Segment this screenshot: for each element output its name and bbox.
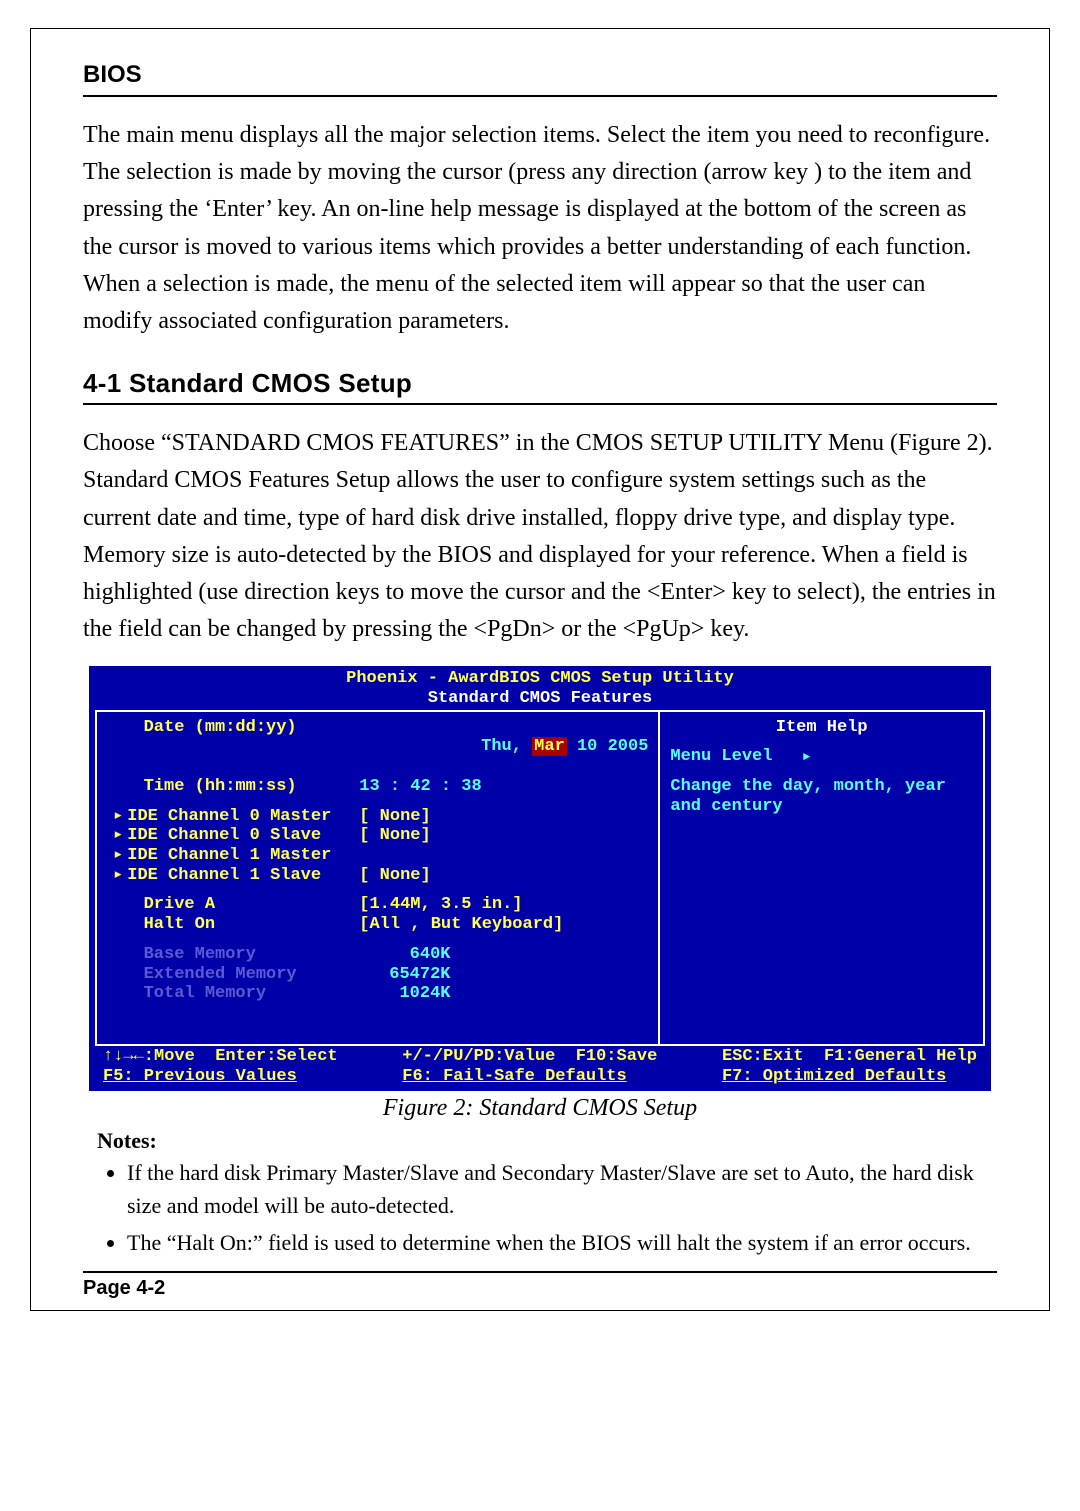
item-help-text: Change the day, month, year and century <box>670 777 973 816</box>
extended-memory-label: Extended Memory <box>113 965 359 985</box>
notes-heading: Notes: <box>97 1128 997 1154</box>
date-month-selected[interactable]: Mar <box>532 737 567 756</box>
ide-ch1-slave-value: [ None] <box>359 866 648 886</box>
base-memory-value: 640K <box>359 945 648 965</box>
ide-ch1-slave-label[interactable]: IDE Channel 1 Slave <box>113 866 359 886</box>
time-value[interactable]: 13 : 42 : 38 <box>359 777 648 797</box>
nav-col3: ESC:Exit F1:General HelpF7: Optimized De… <box>722 1047 977 1086</box>
date-value-day: Thu, <box>481 737 532 756</box>
intro-paragraph: The main menu displays all the major sel… <box>83 117 997 340</box>
nav-col1: ↑↓→←:Move Enter:SelectF5: Previous Value… <box>103 1047 338 1086</box>
bios-help-panel: Item Help Menu Level ► Change the day, m… <box>658 712 985 1046</box>
notes-list: If the hard disk Primary Master/Slave an… <box>107 1156 997 1259</box>
time-label: Time (hh:mm:ss) <box>113 777 359 797</box>
bios-nav-bar: ↑↓→←:Move Enter:SelectF5: Previous Value… <box>89 1046 991 1091</box>
ide-ch1-master-label[interactable]: IDE Channel 1 Master <box>113 846 359 866</box>
drive-a-label: Drive A <box>113 895 359 915</box>
ide-ch0-master-value: [ None] <box>359 807 648 827</box>
figure-caption: Figure 2: Standard CMOS Setup <box>83 1095 997 1122</box>
total-memory-value: 1024K <box>359 984 648 1004</box>
bios-title-line2: Standard CMOS Features <box>89 689 991 709</box>
drive-a-value[interactable]: [1.44M, 3.5 in.] <box>359 895 648 915</box>
bios-screenshot: Phoenix - AwardBIOS CMOS Setup Utility S… <box>89 666 991 1091</box>
notes-item: If the hard disk Primary Master/Slave an… <box>127 1156 997 1222</box>
bios-left-panel: Date (mm:dd:yy) Thu, Mar 10 2005 Time (h… <box>95 712 658 1046</box>
total-memory-label: Total Memory <box>113 984 359 1004</box>
date-value-rest: 10 2005 <box>567 737 649 756</box>
menu-level-row: Menu Level ► <box>670 747 973 767</box>
ide-ch0-slave-value: [ None] <box>359 826 648 846</box>
page-number: Page 4-2 <box>83 1277 165 1299</box>
base-memory-label: Base Memory <box>113 945 359 965</box>
chevron-right-icon: ► <box>803 750 810 764</box>
section-body: Choose “STANDARD CMOS FEATURES” in the C… <box>83 425 997 648</box>
section-title: 4-1 Standard CMOS Setup <box>83 368 997 405</box>
ide-ch1-master-value <box>359 846 648 866</box>
date-label: Date (mm:dd:yy) <box>113 718 338 777</box>
halt-on-label: Halt On <box>113 915 359 935</box>
notes-item: The “Halt On:” field is used to determin… <box>127 1226 997 1259</box>
item-help-title: Item Help <box>670 718 973 738</box>
extended-memory-value: 65472K <box>359 965 648 985</box>
ide-ch0-master-label[interactable]: IDE Channel 0 Master <box>113 807 359 827</box>
bios-title-line1: Phoenix - AwardBIOS CMOS Setup Utility <box>89 669 991 689</box>
ide-ch0-slave-label[interactable]: IDE Channel 0 Slave <box>113 826 359 846</box>
halt-on-value[interactable]: [All , But Keyboard] <box>359 915 648 935</box>
nav-col2: +/-/PU/PD:Value F10:SaveF6: Fail-Safe De… <box>402 1047 657 1086</box>
page-header: BIOS <box>83 61 997 97</box>
